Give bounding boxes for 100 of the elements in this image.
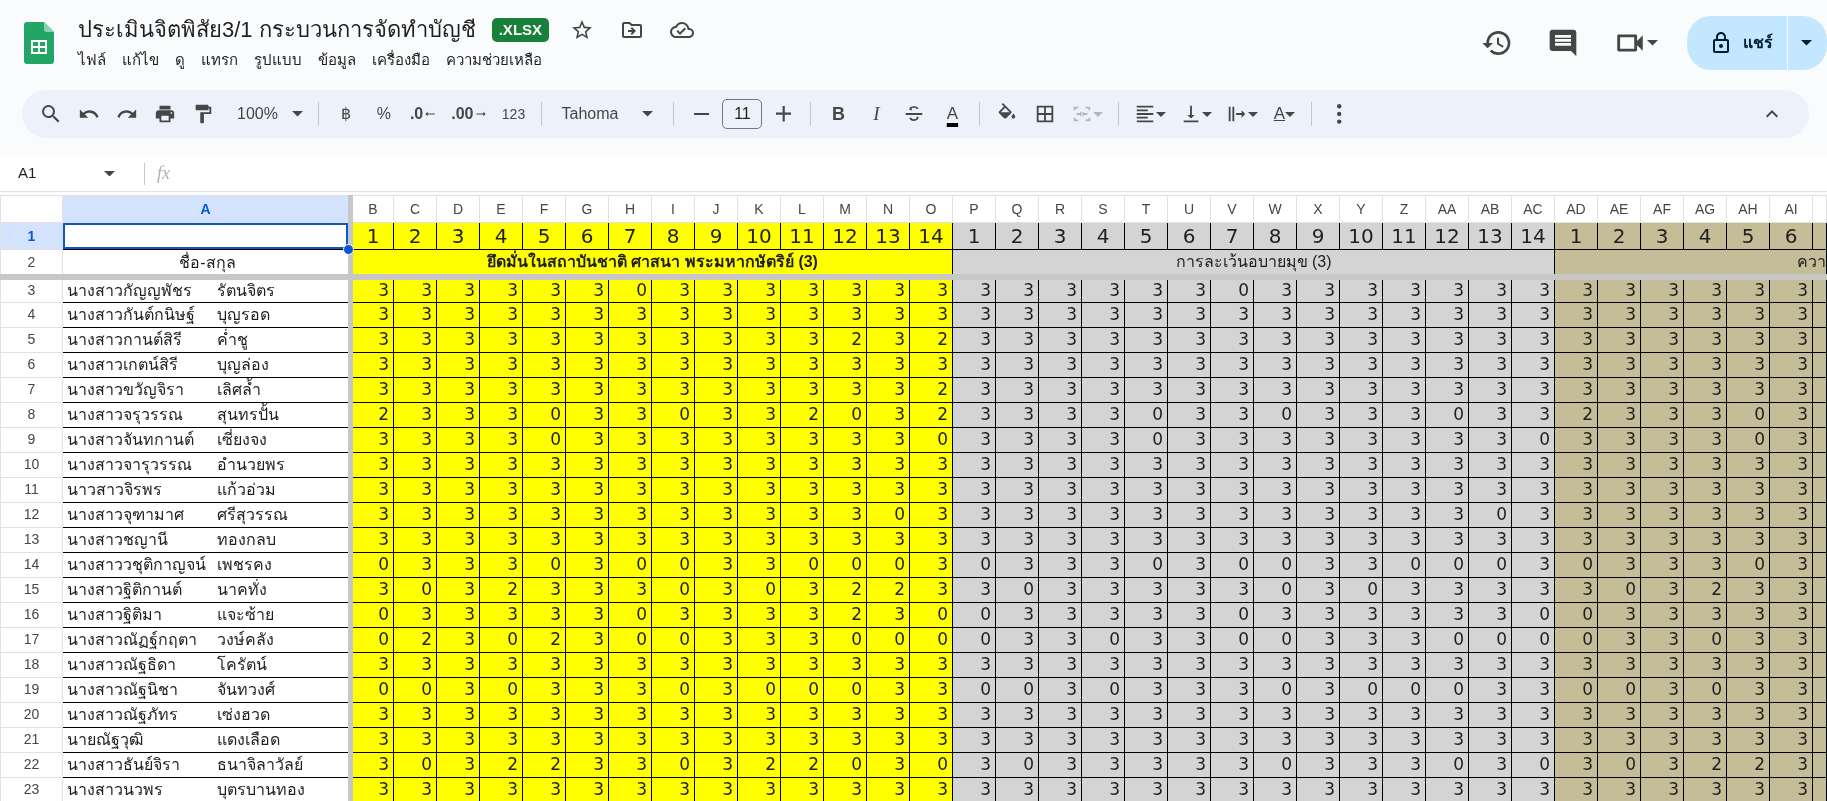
row-header[interactable]: 5 xyxy=(0,327,63,352)
column-header[interactable]: P xyxy=(952,195,996,223)
text-rotation-button[interactable]: A xyxy=(1267,97,1302,131)
currency-button[interactable]: ฿ xyxy=(328,97,363,131)
number-format-button[interactable]: 123 xyxy=(496,97,531,131)
surname: ทองกลบ xyxy=(217,530,276,550)
row-header[interactable]: 23 xyxy=(0,777,63,801)
column-header[interactable]: AE xyxy=(1597,195,1641,223)
column-header[interactable]: AB xyxy=(1468,195,1512,223)
share-button[interactable]: แชร์ xyxy=(1687,16,1787,70)
column-header[interactable]: O xyxy=(909,195,953,223)
group-heading: การละเว้นอบายมุข (3) xyxy=(952,249,1555,277)
caret-icon xyxy=(1285,111,1296,117)
column-header[interactable]: A xyxy=(62,195,351,223)
column-header[interactable]: K xyxy=(737,195,781,223)
column-header[interactable]: B xyxy=(350,195,394,223)
row-header[interactable]: 16 xyxy=(0,602,63,627)
font-dropdown[interactable]: Tahoma xyxy=(551,97,664,131)
column-header[interactable]: F xyxy=(522,195,566,223)
column-header[interactable]: D xyxy=(436,195,480,223)
row-header[interactable]: 11 xyxy=(0,477,63,502)
row-header[interactable]: 21 xyxy=(0,727,63,752)
row-header[interactable]: 19 xyxy=(0,677,63,702)
print-icon xyxy=(154,103,176,125)
row-header[interactable]: 8 xyxy=(0,402,63,427)
column-header[interactable]: AH xyxy=(1726,195,1770,223)
surname: นาคทั่ง xyxy=(217,579,267,600)
column-header[interactable]: S xyxy=(1081,195,1125,223)
given-name: นายณัฐวุฒิ xyxy=(67,730,144,750)
menu-item[interactable]: ไฟล์ xyxy=(70,46,114,74)
row-header[interactable]: 15 xyxy=(0,577,63,602)
decrease-decimal-button[interactable]: .0 xyxy=(404,97,443,131)
row-header[interactable]: 12 xyxy=(0,502,63,527)
text-color-button[interactable]: A xyxy=(935,97,970,131)
column-header[interactable]: C xyxy=(393,195,437,223)
column-header[interactable]: AD xyxy=(1554,195,1598,223)
column-header[interactable]: AG xyxy=(1683,195,1727,223)
menu-item[interactable]: เครื่องมือ xyxy=(364,46,438,74)
percent-button[interactable]: % xyxy=(366,97,401,131)
row-header[interactable]: 18 xyxy=(0,652,63,677)
column-header[interactable]: AI xyxy=(1769,195,1813,223)
file-type-badge: .XLSX xyxy=(491,18,550,42)
row-header[interactable]: 9 xyxy=(0,427,63,452)
menu-item[interactable]: แทรก xyxy=(193,46,246,74)
row-header[interactable]: 1 xyxy=(0,222,63,250)
surname: โครัตน์ xyxy=(217,654,267,675)
row-header[interactable]: 6 xyxy=(0,352,63,377)
surname: แก้วอ่วม xyxy=(217,480,276,500)
column-header[interactable]: U xyxy=(1167,195,1211,223)
column-header[interactable]: I xyxy=(651,195,695,223)
column-header[interactable]: M xyxy=(823,195,867,223)
row-header[interactable]: 2 xyxy=(0,249,63,277)
cell-reference: A1 xyxy=(18,163,38,184)
bold-button[interactable]: B xyxy=(821,97,856,131)
given-name: นาวสาวจิรพร xyxy=(67,480,163,500)
given-name: นางสาวจุฑามาศ xyxy=(67,505,185,525)
column-header[interactable]: G xyxy=(565,195,609,223)
row-header[interactable]: 17 xyxy=(0,627,63,652)
column-header[interactable]: T xyxy=(1124,195,1168,223)
row-header[interactable]: 22 xyxy=(0,752,63,777)
menu-item[interactable]: ข้อมูล xyxy=(310,46,364,74)
column-header[interactable]: V xyxy=(1210,195,1254,223)
column-header[interactable]: E xyxy=(479,195,523,223)
italic-button[interactable]: I xyxy=(859,97,894,131)
increase-decimal-button[interactable]: .00 xyxy=(446,97,493,131)
selected-cell[interactable] xyxy=(63,223,348,249)
row-header[interactable]: 4 xyxy=(0,302,63,327)
menu-item[interactable]: ความช่วยเหลือ xyxy=(438,46,550,74)
row-header[interactable]: 7 xyxy=(0,377,63,402)
column-header[interactable]: N xyxy=(866,195,910,223)
column-header[interactable]: Z xyxy=(1382,195,1426,223)
menu-item[interactable]: แก้ไข xyxy=(114,46,167,74)
name-box[interactable]: A1 xyxy=(0,162,130,185)
sheets-logo-icon[interactable] xyxy=(24,22,54,64)
zoom-dropdown[interactable]: 100% xyxy=(232,97,308,131)
column-header[interactable]: L xyxy=(780,195,824,223)
surname: บุตรบานทอง xyxy=(217,780,305,800)
row-header[interactable]: 13 xyxy=(0,527,63,552)
row-header[interactable]: 14 xyxy=(0,552,63,577)
font-size-field[interactable]: 11 xyxy=(722,99,763,129)
column-header[interactable]: AF xyxy=(1640,195,1684,223)
menu-item[interactable]: ดู xyxy=(167,46,193,74)
surname: บุญล่อง xyxy=(217,355,269,375)
column-header[interactable]: J xyxy=(694,195,738,223)
given-name: นางสาวกัญญพัชร xyxy=(67,281,193,301)
row-header[interactable]: 10 xyxy=(0,452,63,477)
column-header[interactable]: Q xyxy=(995,195,1039,223)
caret-icon xyxy=(1248,111,1259,117)
column-header[interactable]: H xyxy=(608,195,652,223)
column-header[interactable]: AA xyxy=(1425,195,1469,223)
column-header[interactable]: W xyxy=(1253,195,1297,223)
surname: ธนาจิลาวัลย์ xyxy=(217,754,303,775)
column-header[interactable]: Y xyxy=(1339,195,1383,223)
row-header[interactable]: 20 xyxy=(0,702,63,727)
document-title[interactable]: ประเมินจิตพิสัย3/1 กระบวนการจัดทำบัญชี xyxy=(78,13,476,47)
column-header[interactable]: X xyxy=(1296,195,1340,223)
column-header[interactable]: AC xyxy=(1511,195,1555,223)
menu-item[interactable]: รูปแบบ xyxy=(246,46,310,74)
column-header[interactable]: R xyxy=(1038,195,1082,223)
surname: เพชรคง xyxy=(217,555,272,575)
